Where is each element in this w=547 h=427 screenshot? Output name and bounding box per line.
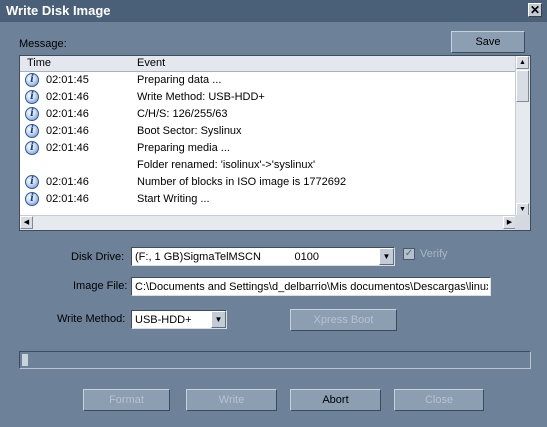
disk-drive-select[interactable]: (F:, 1 GB)SigmaTelMSCN 0100 ▼ (131, 247, 395, 266)
info-icon: i (25, 73, 39, 87)
xpress-boot-button[interactable]: Xpress Boot (290, 309, 397, 331)
format-button[interactable]: Format (83, 389, 170, 411)
scroll-corner (515, 215, 530, 230)
write-method-select[interactable]: USB-HDD+ ▼ (131, 310, 227, 329)
log-time: 02:01:46 (46, 125, 89, 137)
image-file-value: C:\Documents and Settings\d_delbarrio\Mi… (135, 281, 488, 293)
log-row[interactable]: Folder renamed: 'isolinux'->'syslinux' (20, 157, 517, 174)
log-time: 02:01:46 (46, 176, 89, 188)
image-file-field[interactable]: C:\Documents and Settings\d_delbarrio\Mi… (131, 277, 491, 296)
log-row[interactable]: i 02:01:46 Start Writing ... (20, 191, 517, 208)
log-event: Write Method: USB-HDD+ (137, 91, 265, 103)
column-header-time[interactable]: Time (27, 57, 51, 69)
verify-label: Verify (420, 248, 448, 260)
window-title: Write Disk Image (6, 3, 111, 18)
scroll-up-icon[interactable]: ▲ (516, 56, 529, 69)
info-icon: i (25, 141, 39, 155)
log-row[interactable]: i 02:01:46 Boot Sector: Syslinux (20, 123, 517, 140)
disk-drive-value: (F:, 1 GB)SigmaTelMSCN 0100 (135, 251, 319, 263)
horizontal-scrollbar[interactable]: ◀ ▶ (20, 215, 516, 230)
log-header: Time Event (20, 56, 517, 72)
log-event: Start Writing ... (137, 193, 210, 205)
disk-drive-label: Disk Drive: (71, 251, 125, 263)
write-method-label: Write Method: (57, 313, 126, 325)
chevron-down-icon[interactable]: ▼ (379, 248, 394, 265)
log-row[interactable]: i 02:01:46 Number of blocks in ISO image i… (20, 174, 517, 191)
log-row[interactable]: i 02:01:45 Preparing data ... (20, 72, 517, 89)
scroll-left-icon[interactable]: ◀ (20, 216, 33, 229)
image-file-label: Image File: (73, 280, 128, 292)
abort-button[interactable]: Abort (290, 389, 381, 411)
progress-fill (22, 354, 28, 366)
info-icon: i (25, 90, 39, 104)
info-icon: i (25, 107, 39, 121)
message-log[interactable]: Time Event i 02:01:45 Preparing data ... i 0… (19, 55, 531, 231)
vertical-scroll-thumb[interactable] (516, 70, 529, 102)
close-button[interactable]: Close (394, 389, 484, 411)
info-icon: i (25, 124, 39, 138)
log-row[interactable]: i 02:01:46 Preparing media ... (20, 140, 517, 157)
verify-checkbox[interactable]: ✓ (403, 248, 415, 260)
save-button[interactable]: Save (451, 31, 525, 53)
column-header-event[interactable]: Event (137, 57, 165, 69)
log-event: Preparing data ... (137, 74, 222, 86)
log-event: Folder renamed: 'isolinux'->'syslinux' (137, 159, 316, 171)
progress-bar (19, 351, 531, 369)
log-time: 02:01:46 (46, 193, 89, 205)
write-button[interactable]: Write (186, 389, 277, 411)
log-row[interactable]: i 02:01:46 C/H/S: 126/255/63 (20, 106, 517, 123)
log-event: C/H/S: 126/255/63 (137, 108, 228, 120)
log-time: 02:01:46 (46, 108, 89, 120)
message-label: Message: (19, 38, 67, 50)
info-icon: i (25, 175, 39, 189)
write-method-value: USB-HDD+ (135, 314, 192, 326)
title-bar: Write Disk Image ✕ (0, 0, 547, 22)
close-window-button[interactable]: ✕ (528, 3, 542, 17)
chevron-down-icon[interactable]: ▼ (211, 311, 226, 328)
log-event: Number of blocks in ISO image is 1772692 (137, 176, 347, 188)
log-event: Preparing media ... (137, 142, 230, 154)
checkmark-icon: ✓ (404, 248, 414, 259)
log-time: 02:01:46 (46, 142, 89, 154)
log-time: 02:01:46 (46, 91, 89, 103)
vertical-scrollbar[interactable]: ▲ ▼ (515, 56, 530, 216)
log-row[interactable]: i 02:01:46 Write Method: USB-HDD+ (20, 89, 517, 106)
log-time: 02:01:45 (46, 74, 89, 86)
log-event: Boot Sector: Syslinux (137, 125, 242, 137)
info-icon: i (25, 192, 39, 206)
